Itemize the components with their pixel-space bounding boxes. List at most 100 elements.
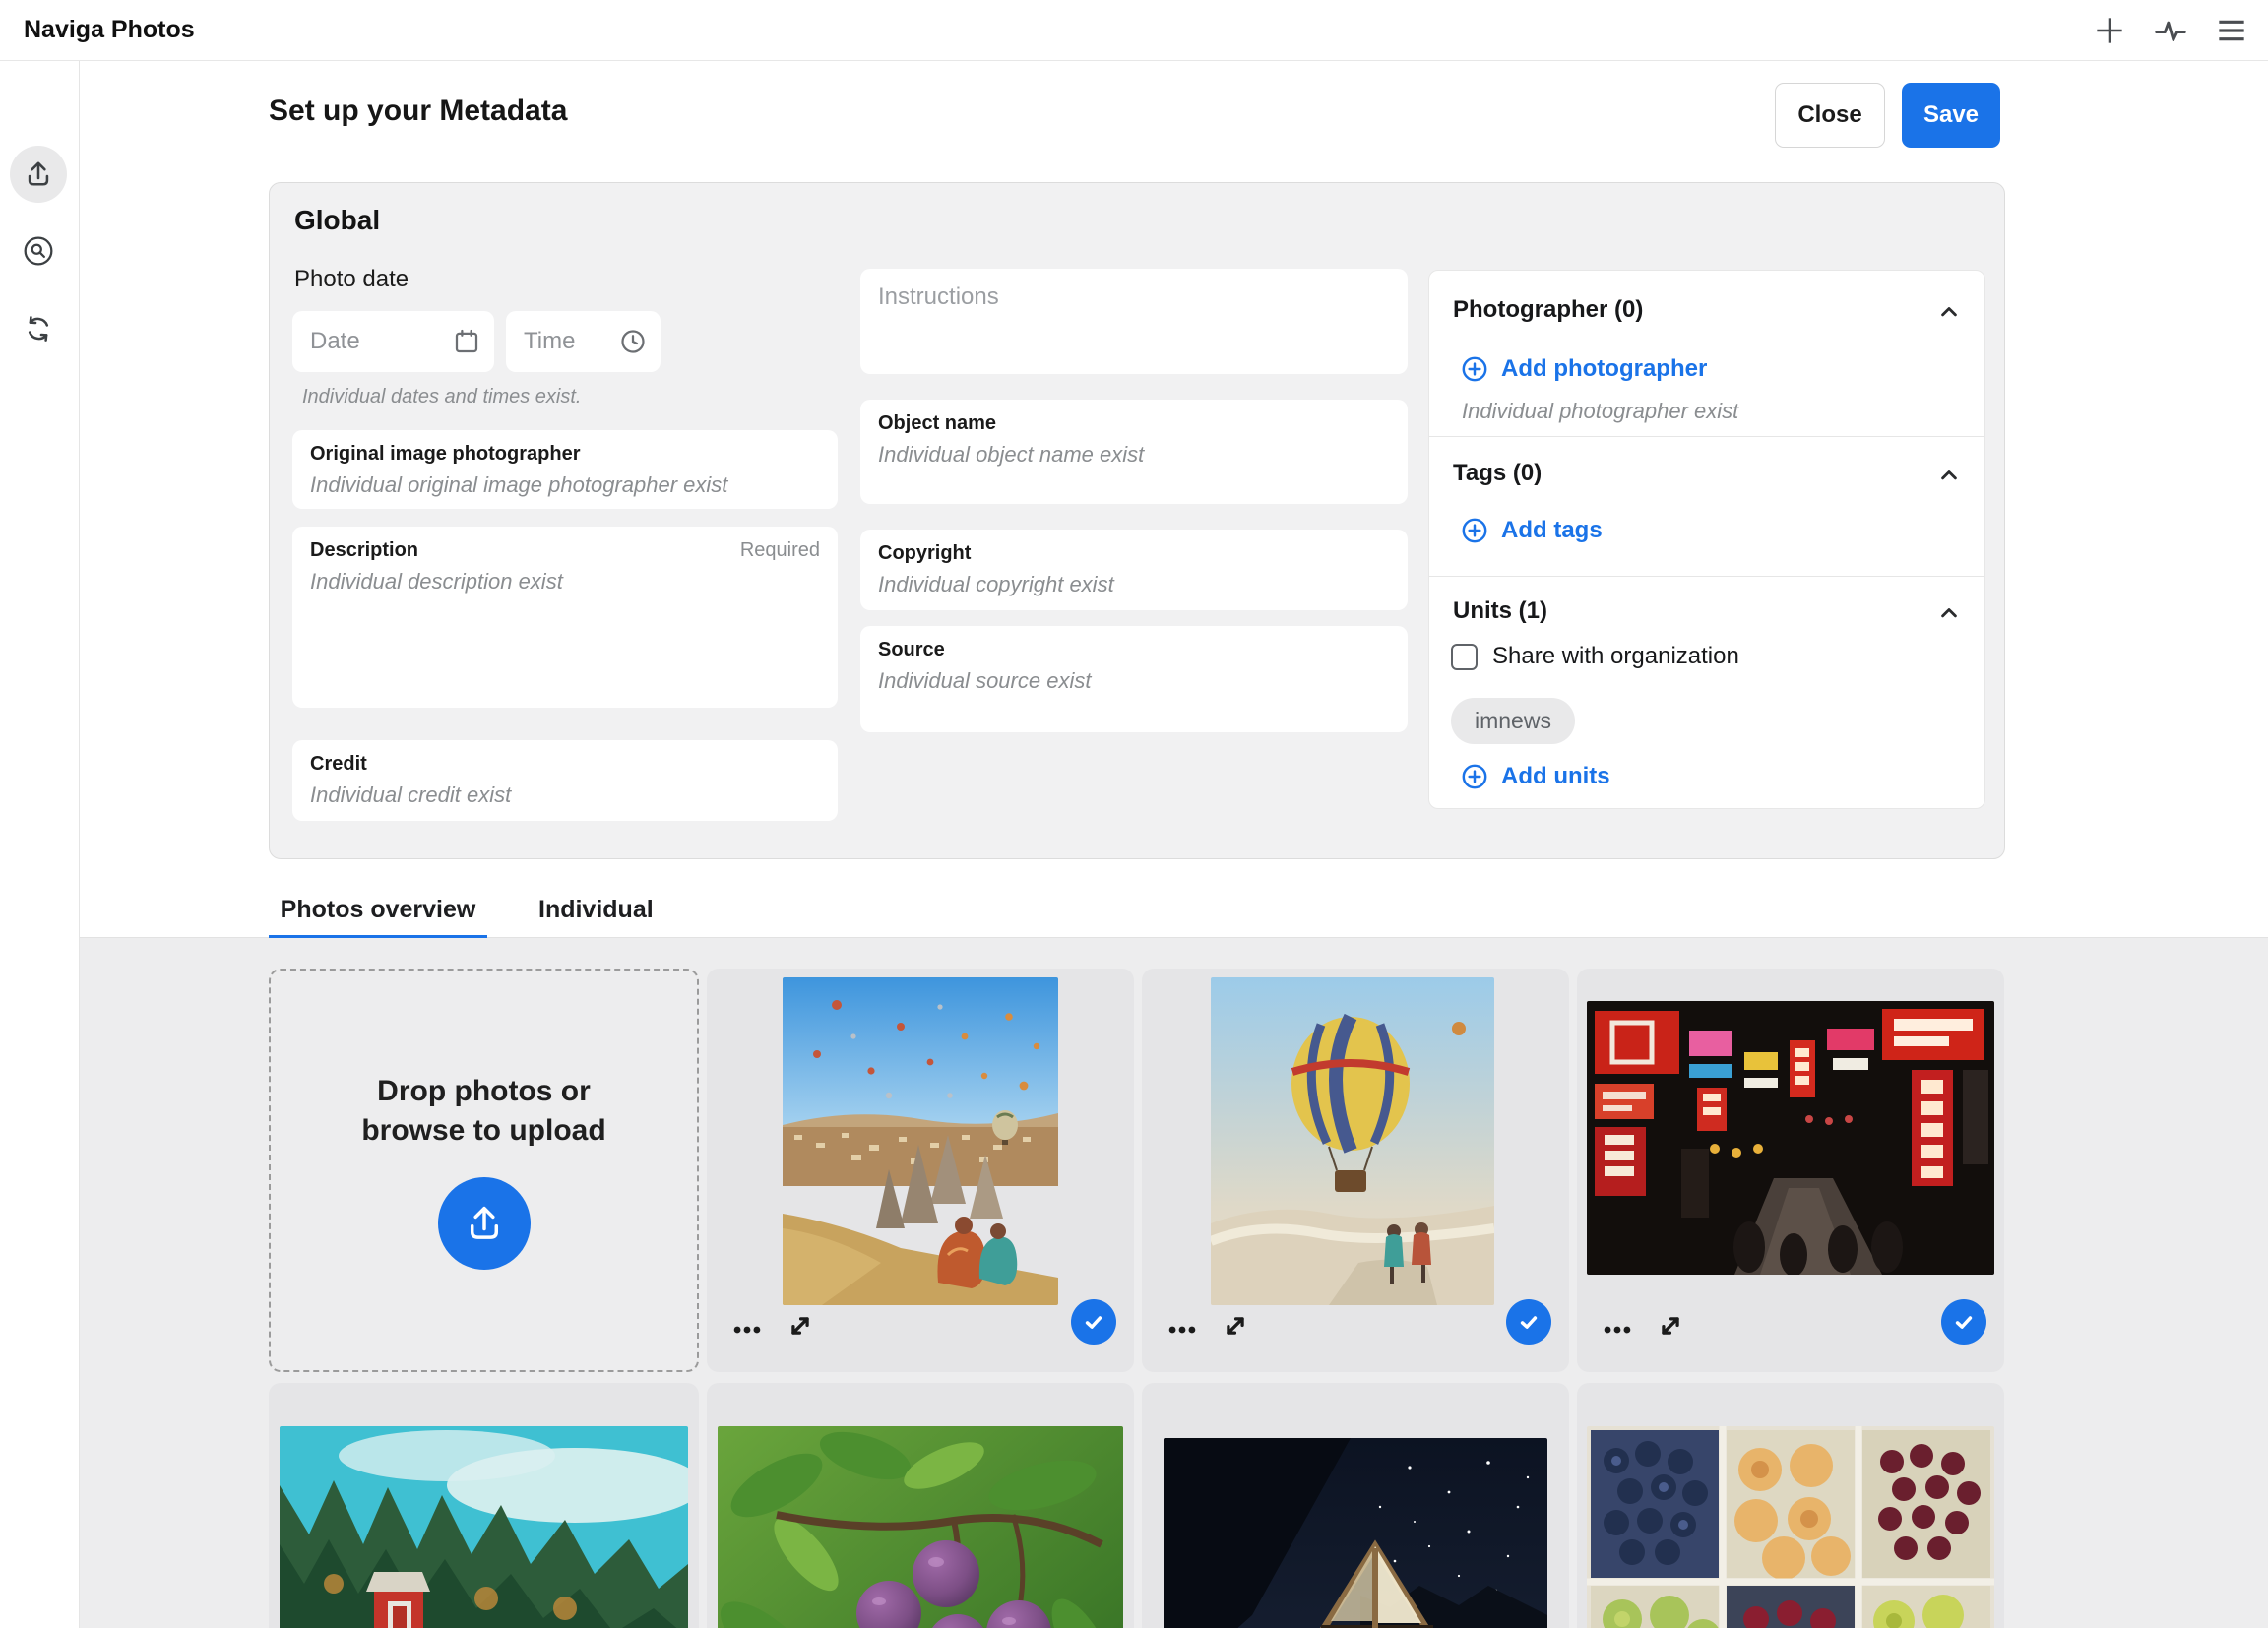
credit-hint: Individual credit exist: [310, 783, 820, 808]
add-units-label: Add units: [1501, 763, 1610, 790]
topbar-actions: [2091, 0, 2250, 60]
tabs-bar: Photos overview Individual: [80, 887, 2268, 938]
object-name-field[interactable]: Object name Individual object name exist: [860, 400, 1408, 504]
original-photographer-label: Original image photographer: [310, 443, 820, 466]
sidebar-item-search[interactable]: [10, 222, 67, 280]
units-section-title: Units (1): [1453, 597, 1547, 625]
selected-check-button[interactable]: [1071, 1299, 1116, 1345]
tab-photos-overview[interactable]: Photos overview: [269, 887, 487, 938]
dropzone-upload[interactable]: Drop photos or browse to upload: [269, 969, 699, 1372]
photo-hot-air-balloons-cappadocia[interactable]: [783, 977, 1058, 1305]
page-title: Set up your Metadata: [269, 94, 567, 128]
photo-fruit-berry-crates[interactable]: [1587, 1426, 1994, 1628]
check-icon: [1080, 1308, 1107, 1336]
photo-card: [1577, 969, 2004, 1372]
check-icon: [1515, 1308, 1543, 1336]
photo-card: [269, 1383, 699, 1628]
plus-circle-icon: [1461, 517, 1488, 544]
description-field[interactable]: Description Required Individual descript…: [292, 527, 838, 708]
check-icon: [1950, 1308, 1978, 1336]
balloons-photo-illustration: [783, 977, 1058, 1305]
source-hint: Individual source exist: [878, 668, 1390, 694]
expand-icon[interactable]: [784, 1309, 817, 1343]
source-field[interactable]: Source Individual source exist: [860, 626, 1408, 732]
fruits-photo-illustration: [1587, 1426, 1994, 1628]
add-tags-label: Add tags: [1501, 517, 1603, 544]
selected-check-button[interactable]: [1506, 1299, 1551, 1345]
save-button[interactable]: Save: [1902, 83, 2000, 148]
browse-upload-button[interactable]: [438, 1177, 531, 1270]
upload-icon: [23, 158, 54, 190]
instructions-placeholder: Instructions: [878, 283, 1390, 311]
plus-circle-icon: [1461, 763, 1488, 790]
unit-chip-imnews[interactable]: imnews: [1451, 698, 1575, 744]
time-input-wrap: [506, 311, 661, 372]
source-label: Source: [878, 639, 1390, 661]
more-options-icon[interactable]: [1601, 1313, 1634, 1346]
tags-section-title: Tags (0): [1453, 460, 1542, 487]
share-checkbox[interactable]: [1451, 644, 1478, 670]
photo-plums-on-branch[interactable]: [718, 1426, 1123, 1628]
sidebar-item-upload[interactable]: [10, 146, 67, 203]
plus-circle-icon: [1461, 355, 1488, 383]
dropzone-line2: browse to upload: [361, 1111, 605, 1152]
chevron-up-icon[interactable]: [1935, 462, 1963, 489]
divider: [1429, 436, 1984, 437]
sidebar-item-sync[interactable]: [10, 300, 67, 357]
add-photographer-button[interactable]: Add photographer: [1461, 355, 1707, 383]
credit-field[interactable]: Credit Individual credit exist: [292, 740, 838, 821]
photo-date-label: Photo date: [294, 266, 409, 293]
left-sidebar: [0, 61, 80, 1628]
more-options-icon[interactable]: [1166, 1313, 1199, 1346]
tab-individual[interactable]: Individual: [538, 887, 649, 938]
original-photographer-field[interactable]: Original image photographer Individual o…: [292, 430, 838, 509]
calendar-icon[interactable]: [452, 327, 481, 356]
clock-icon[interactable]: [618, 327, 648, 356]
dropzone-text: Drop photos or browse to upload: [361, 1072, 605, 1152]
credit-label: Credit: [310, 753, 820, 776]
photo-card: [1142, 969, 1569, 1372]
date-input-wrap: [292, 311, 494, 372]
photo-card: [707, 969, 1134, 1372]
share-with-organization-row[interactable]: Share with organization: [1451, 643, 1739, 670]
chevron-up-icon[interactable]: [1935, 298, 1963, 326]
night-photo-illustration: [1164, 1438, 1547, 1628]
photo-night-lit-cabin[interactable]: [1164, 1438, 1547, 1628]
naviga-photos-app: Naviga Photos: [0, 0, 2268, 1628]
search-icon: [23, 235, 54, 267]
global-metadata-panel: Global Photo date Individual dates and t…: [269, 182, 2005, 859]
instructions-field[interactable]: Instructions: [860, 269, 1408, 374]
photographer-hint: Individual photographer exist: [1462, 399, 1738, 424]
close-button[interactable]: Close: [1775, 83, 1885, 148]
plums-photo-illustration: [718, 1426, 1123, 1628]
menu-icon[interactable]: [2213, 12, 2250, 49]
plus-icon[interactable]: [2091, 12, 2128, 49]
photo-tokyo-neon-street[interactable]: [1587, 1001, 1994, 1275]
photo-single-balloon-hikers[interactable]: [1211, 977, 1494, 1305]
more-options-icon[interactable]: [730, 1313, 764, 1346]
sync-icon: [23, 313, 54, 344]
chevron-up-icon[interactable]: [1935, 599, 1963, 627]
dropzone-line1: Drop photos or: [361, 1072, 605, 1112]
add-photographer-label: Add photographer: [1501, 355, 1707, 383]
copyright-field[interactable]: Copyright Individual copyright exist: [860, 530, 1408, 610]
description-hint: Individual description exist: [310, 569, 820, 595]
expand-icon[interactable]: [1654, 1309, 1687, 1343]
add-tags-button[interactable]: Add tags: [1461, 517, 1603, 544]
divider: [1429, 576, 1984, 577]
object-name-label: Object name: [878, 412, 1390, 435]
dates-helper-text: Individual dates and times exist.: [302, 386, 582, 408]
upload-icon: [463, 1202, 506, 1245]
selected-check-button[interactable]: [1941, 1299, 1986, 1345]
object-name-hint: Individual object name exist: [878, 442, 1390, 468]
share-label: Share with organization: [1492, 643, 1739, 670]
photo-red-cabin-lake[interactable]: [280, 1426, 688, 1628]
add-units-button[interactable]: Add units: [1461, 763, 1610, 790]
photo-card: [707, 1383, 1134, 1628]
activity-icon[interactable]: [2152, 12, 2189, 49]
required-badge: Required: [740, 539, 820, 562]
original-photographer-hint: Individual original image photographer e…: [310, 472, 820, 498]
copyright-label: Copyright: [878, 542, 1390, 565]
expand-icon[interactable]: [1219, 1309, 1252, 1343]
balloon-photo-illustration: [1211, 977, 1494, 1305]
